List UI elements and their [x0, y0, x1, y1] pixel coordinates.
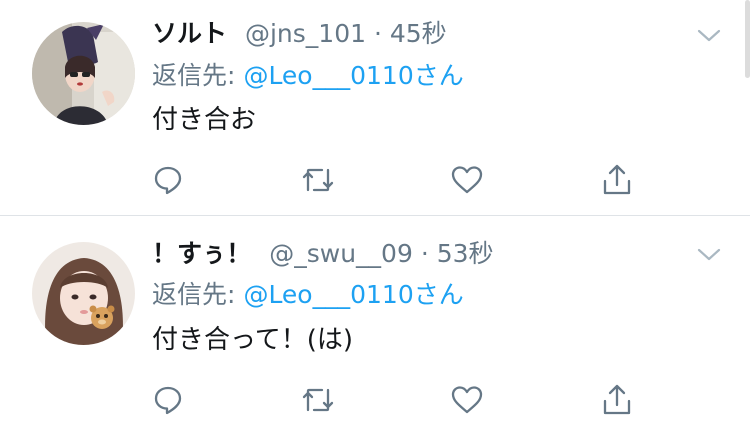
retweet-icon — [302, 388, 334, 412]
reply-prefix: 返信先: — [152, 280, 236, 309]
like-button[interactable] — [447, 380, 487, 420]
avatar[interactable] — [32, 242, 135, 345]
display-name[interactable]: ！すぅ！ — [152, 239, 251, 268]
reply-to-handle[interactable]: @Leo___0110 — [243, 61, 413, 90]
reply-context: 返信先: @Leo___0110さん — [152, 280, 464, 310]
timestamp[interactable]: 45秒 — [390, 19, 447, 48]
tweet-actions — [0, 160, 750, 200]
tweet-actions — [0, 380, 750, 420]
tweet-menu-button[interactable] — [697, 28, 721, 44]
reply-icon — [154, 386, 182, 415]
separator-dot: · — [373, 19, 382, 48]
reply-honorific: さん — [413, 61, 464, 90]
reply-context: 返信先: @Leo___0110さん — [152, 61, 464, 91]
avatar-photo-icon — [32, 242, 135, 345]
chevron-down-icon — [697, 29, 721, 42]
tweet-header: ！すぅ！ @_swu__09 · 53秒 — [152, 239, 494, 269]
share-button[interactable] — [597, 160, 637, 200]
scrollbar[interactable] — [745, 0, 750, 78]
avatar-photo-icon — [32, 22, 135, 125]
reply-prefix: 返信先: — [152, 61, 236, 90]
user-handle[interactable]: @_swu__09 — [269, 239, 413, 268]
chevron-down-icon — [697, 248, 721, 261]
tweet[interactable]: ソルト @jns_101 · 45秒 返信先: @Leo___0110さん 付き合… — [0, 0, 750, 215]
tweet-menu-button[interactable] — [697, 247, 721, 263]
retweet-button[interactable] — [298, 160, 338, 200]
tweet-text: 付き合お — [152, 105, 257, 135]
share-icon — [603, 384, 631, 415]
timestamp[interactable]: 53秒 — [437, 239, 494, 268]
retweet-icon — [302, 168, 334, 192]
tweet-header: ソルト @jns_101 · 45秒 — [152, 19, 447, 49]
share-icon — [603, 164, 631, 195]
user-handle[interactable]: @jns_101 — [245, 19, 366, 48]
reply-icon — [154, 166, 182, 195]
like-button[interactable] — [447, 160, 487, 200]
avatar[interactable] — [32, 22, 135, 125]
retweet-button[interactable] — [298, 380, 338, 420]
like-icon — [451, 166, 483, 194]
separator-dot: · — [420, 239, 429, 268]
like-icon — [451, 386, 483, 414]
display-name[interactable]: ソルト — [152, 19, 227, 48]
tweet[interactable]: ！すぅ！ @_swu__09 · 53秒 返信先: @Leo___0110さん 付… — [0, 216, 750, 431]
reply-to-handle[interactable]: @Leo___0110 — [243, 280, 413, 309]
tweet-text: 付き合って！(は) — [152, 325, 353, 355]
reply-button[interactable] — [148, 380, 188, 420]
reply-honorific: さん — [413, 280, 464, 309]
reply-button[interactable] — [148, 160, 188, 200]
share-button[interactable] — [597, 380, 637, 420]
